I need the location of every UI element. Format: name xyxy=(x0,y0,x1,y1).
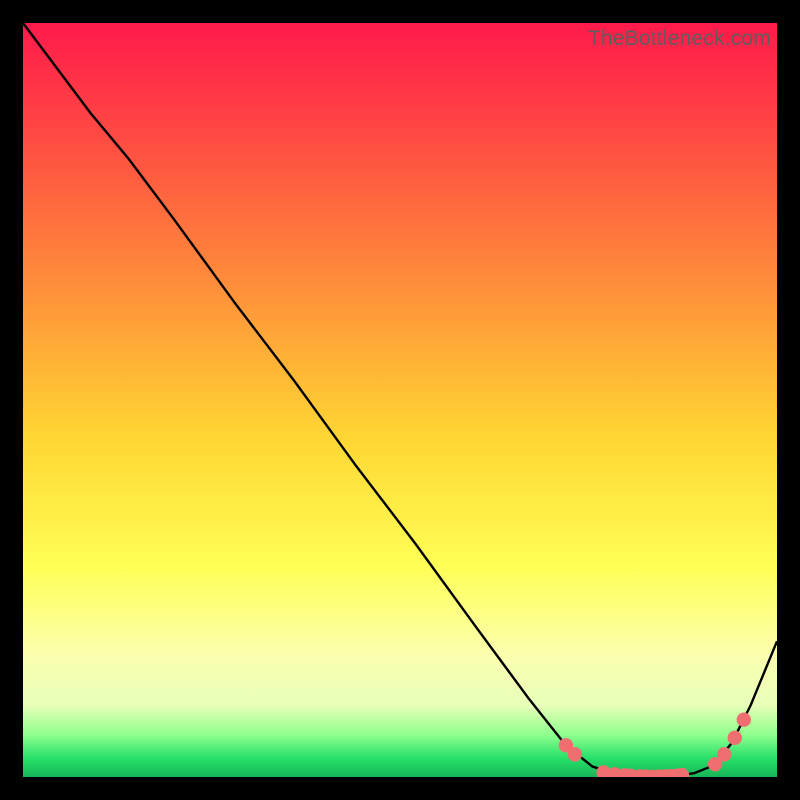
gradient-background xyxy=(23,23,777,777)
highlight-dot xyxy=(568,747,582,761)
highlight-dot xyxy=(728,731,742,745)
chart-frame: TheBottleneck.com xyxy=(23,23,777,777)
highlight-dot xyxy=(717,747,731,761)
watermark-text: TheBottleneck.com xyxy=(588,27,771,51)
chart-svg xyxy=(23,23,777,777)
highlight-dot xyxy=(737,713,751,727)
